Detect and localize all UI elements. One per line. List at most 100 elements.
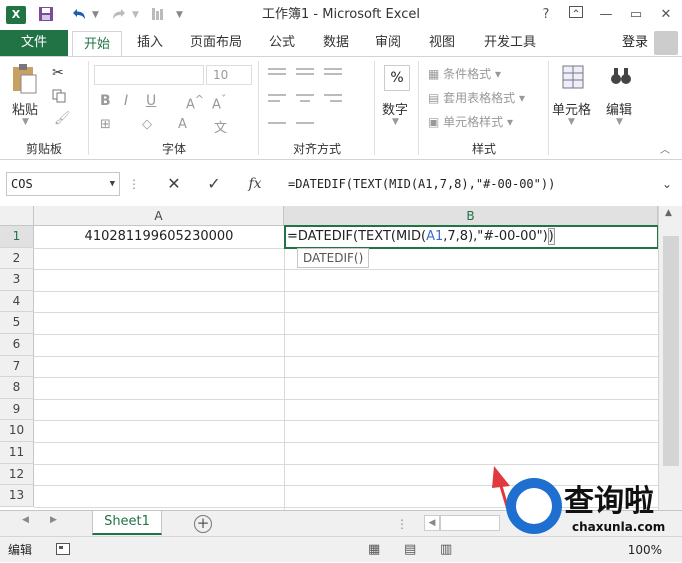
insert-function-button[interactable]: fx	[242, 172, 268, 196]
macro-record-icon[interactable]	[56, 543, 70, 558]
cells-dropdown-icon[interactable]: ▼	[568, 117, 575, 127]
row-header[interactable]: 11	[0, 442, 34, 464]
font-size-value: 10	[213, 68, 229, 82]
login-link[interactable]: 登录	[622, 30, 648, 56]
row-header[interactable]: 3	[0, 269, 34, 291]
tab-insert[interactable]: 插入	[128, 30, 172, 56]
font-name-select[interactable]	[94, 65, 204, 85]
b1-formula-end: )	[547, 228, 555, 245]
row-header[interactable]: 2	[0, 247, 34, 270]
cell-a1[interactable]: 410281199605230000	[34, 226, 284, 248]
normal-view-icon[interactable]: ▦	[368, 542, 380, 557]
confirm-button[interactable]: ✓	[202, 172, 226, 196]
page-layout-view-icon[interactable]: ▤	[404, 542, 416, 557]
underline-button[interactable]: U	[146, 93, 156, 109]
tab-file[interactable]: 文件	[0, 30, 68, 56]
table-format-button[interactable]: ▤ 套用表格格式 ▾	[428, 89, 525, 106]
tab-formulas[interactable]: 公式	[260, 30, 304, 56]
row-header[interactable]: 10	[0, 420, 34, 442]
row-header[interactable]: 6	[0, 334, 34, 356]
page-break-view-icon[interactable]: ▥	[440, 542, 452, 557]
column-header-a[interactable]: A	[34, 206, 284, 226]
next-sheet-icon[interactable]: ▶	[50, 515, 57, 525]
select-all-corner[interactable]	[0, 206, 34, 226]
watermark-brand: 查询啦	[564, 484, 654, 519]
tab-view[interactable]: 视图	[420, 30, 464, 56]
number-format-button[interactable]: 数字	[382, 99, 408, 118]
format-painter-icon[interactable]: 🖌	[54, 111, 71, 126]
paste-icon[interactable]	[10, 63, 38, 98]
editing-dropdown-icon[interactable]: ▼	[616, 117, 623, 127]
function-tooltip[interactable]: DATEDIF()	[297, 248, 370, 268]
row-header[interactable]: 5	[0, 312, 34, 334]
tab-page-layout[interactable]: 页面布局	[180, 30, 252, 56]
redo-dropdown-icon[interactable]: ▼	[132, 6, 139, 24]
customize-qa-icon[interactable]: ▼	[176, 6, 183, 24]
row-gridline	[34, 334, 658, 335]
scroll-up-icon[interactable]: ▲	[665, 208, 672, 218]
sheet-bar-grip-icon: ⋮	[396, 517, 408, 531]
row-header[interactable]: 13	[0, 485, 34, 507]
minimize-button[interactable]: —	[596, 5, 616, 25]
alignment-icons[interactable]	[266, 65, 362, 138]
sheet-tab-sheet1[interactable]: Sheet1	[92, 511, 162, 535]
avatar[interactable]	[654, 31, 678, 55]
undo-dropdown-icon[interactable]: ▼	[92, 6, 99, 24]
formula-input[interactable]: =DATEDIF(TEXT(MID(A1,7,8),"#-00-00"))	[284, 172, 650, 196]
row-header[interactable]: 12	[0, 463, 34, 486]
italic-button[interactable]: I	[124, 93, 128, 109]
paste-dropdown-icon[interactable]: ▼	[22, 117, 29, 127]
ribbon-display-icon[interactable]	[566, 5, 586, 25]
tab-developer[interactable]: 开发工具	[474, 30, 546, 56]
prev-sheet-icon[interactable]: ◀	[22, 515, 29, 525]
name-box-dropdown-icon[interactable]: ▼	[110, 173, 115, 195]
borders-icon[interactable]: ⊞	[100, 117, 111, 132]
cut-icon[interactable]: ✂	[52, 65, 64, 81]
name-box[interactable]: COS ▼	[6, 172, 120, 196]
font-color-icon[interactable]: A	[178, 117, 187, 132]
tab-home[interactable]: 开始	[72, 31, 122, 57]
undo-icon[interactable]	[70, 6, 88, 24]
vertical-scroll-thumb[interactable]	[663, 236, 679, 466]
add-sheet-button[interactable]: +	[194, 515, 212, 533]
tab-data[interactable]: 数据	[314, 30, 358, 56]
cancel-button[interactable]: ✕	[162, 172, 186, 196]
decrease-font-icon[interactable]: Aˇ	[212, 93, 226, 112]
row-gridline	[34, 442, 658, 443]
help-icon[interactable]: ?	[536, 5, 556, 25]
row-header[interactable]: 7	[0, 355, 34, 378]
scroll-left-icon[interactable]: ◀	[424, 515, 440, 531]
row-header[interactable]: 9	[0, 398, 34, 421]
column-header-b[interactable]: B	[284, 206, 658, 226]
excel-logo-icon: X	[6, 6, 26, 24]
font-size-select[interactable]: 10	[206, 65, 252, 85]
fill-color-icon[interactable]: ◇	[142, 117, 152, 132]
cells-icon[interactable]	[562, 65, 584, 92]
cells-button[interactable]: 单元格	[552, 99, 591, 118]
horizontal-scrollbar[interactable]	[440, 515, 500, 531]
close-button[interactable]: ✕	[656, 5, 676, 25]
cell-styles-button[interactable]: ▣ 单元格样式 ▾	[428, 113, 513, 130]
save-icon[interactable]	[38, 6, 54, 24]
touch-mode-icon[interactable]	[150, 6, 164, 24]
bold-button[interactable]: B	[100, 93, 111, 109]
phonetic-icon[interactable]: 文	[214, 117, 227, 136]
redo-icon[interactable]	[110, 6, 128, 24]
expand-formula-icon[interactable]: ⌄	[656, 172, 678, 196]
cell-b1-editing[interactable]: =DATEDIF(TEXT(MID(A1,7,8),"#-00-00"))	[284, 225, 659, 249]
editing-button[interactable]: 编辑	[606, 99, 632, 118]
percent-icon[interactable]: %	[384, 65, 410, 91]
restore-button[interactable]: ▭	[626, 5, 646, 25]
conditional-format-button[interactable]: ▦ 条件格式 ▾	[428, 65, 501, 82]
vertical-scrollbar[interactable]: ▲	[658, 206, 682, 510]
binoculars-icon[interactable]	[610, 65, 632, 90]
copy-icon[interactable]	[52, 89, 66, 106]
row-header[interactable]: 8	[0, 377, 34, 399]
paste-button[interactable]: 粘贴	[12, 99, 38, 118]
collapse-ribbon-icon[interactable]: ︿	[660, 141, 670, 156]
increase-font-icon[interactable]: A^	[186, 93, 204, 112]
row-header[interactable]: 4	[0, 290, 34, 313]
number-dropdown-icon[interactable]: ▼	[392, 117, 399, 127]
tab-review[interactable]: 审阅	[366, 30, 410, 56]
row-header[interactable]: 1	[0, 226, 34, 248]
